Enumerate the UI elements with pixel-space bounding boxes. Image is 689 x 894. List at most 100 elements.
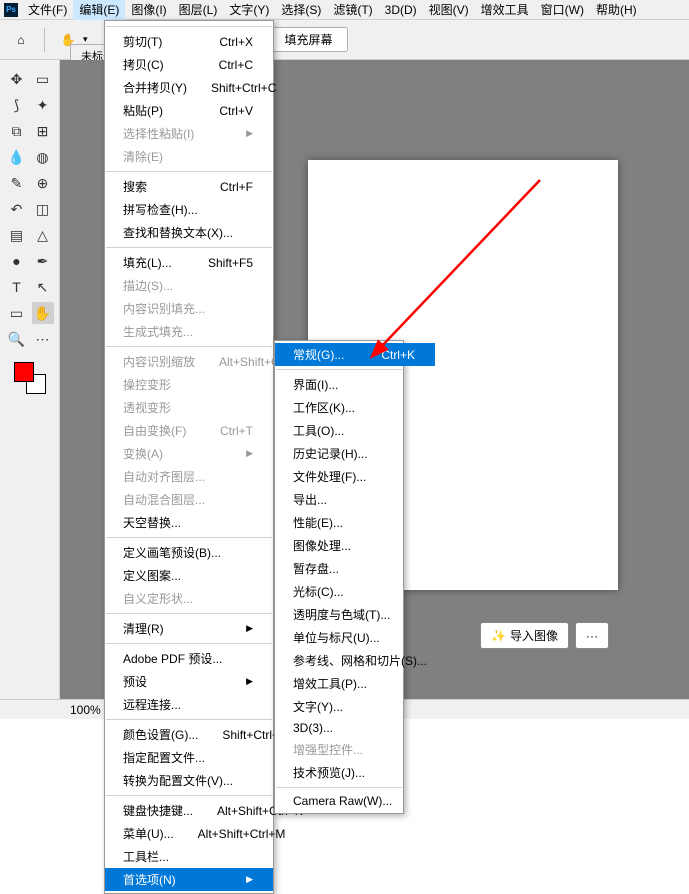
pref-menu-item-3[interactable]: 工作区(K)... — [275, 396, 435, 419]
menu-type[interactable]: 文字(Y) — [223, 0, 275, 20]
menu-plugins[interactable]: 增效工具 — [475, 0, 535, 20]
edit-menu-item-21: 变换(A)▶ — [105, 442, 273, 465]
pref-menu-item-4[interactable]: 工具(O)... — [275, 419, 435, 442]
edit-menu-item-9[interactable]: 拼写检查(H)... — [105, 198, 273, 221]
pref-menu-item-11[interactable]: 光标(C)... — [275, 580, 435, 603]
menu-item-label: 透视变形 — [123, 399, 171, 416]
move-tool-icon[interactable]: ✥ — [6, 68, 28, 90]
frame-tool-icon[interactable]: ⊞ — [32, 120, 54, 142]
menu-window[interactable]: 窗口(W) — [535, 0, 590, 20]
edit-menu-item-33[interactable]: 预设▶ — [105, 670, 273, 693]
menu-layer[interactable]: 图层(L) — [173, 0, 224, 20]
menu-item-label: 工作区(K)... — [293, 399, 355, 416]
edit-menu-item-41[interactable]: 菜单(U)...Alt+Shift+Ctrl+M — [105, 822, 273, 845]
app-logo: Ps — [4, 3, 18, 17]
pref-menu-item-13[interactable]: 单位与标尺(U)... — [275, 626, 435, 649]
pref-menu-item-0[interactable]: 常规(G)...Ctrl+K — [275, 343, 435, 366]
pref-menu-item-5[interactable]: 历史记录(H)... — [275, 442, 435, 465]
edit-menu-item-40[interactable]: 键盘快捷键...Alt+Shift+Ctrl+K — [105, 799, 273, 822]
pref-menu-item-12[interactable]: 透明度与色域(T)... — [275, 603, 435, 626]
pref-menu-item-9[interactable]: 图像处理... — [275, 534, 435, 557]
edit-menu-item-26[interactable]: 定义画笔预设(B)... — [105, 541, 273, 564]
edit-menu-item-10[interactable]: 查找和替换文本(X)... — [105, 221, 273, 244]
more-button[interactable]: ··· — [575, 622, 609, 649]
zoom-tool-icon[interactable]: 🔍 — [6, 328, 28, 350]
menu-item-label: 内容识别缩放 — [123, 353, 195, 370]
menu-separator — [106, 26, 272, 27]
crop-tool-icon[interactable]: ⧉ — [6, 120, 28, 142]
edit-menu-item-43[interactable]: 首选项(N)▶ — [105, 868, 273, 891]
edit-menu-item-27[interactable]: 定义图案... — [105, 564, 273, 587]
edit-menu-item-12[interactable]: 填充(L)...Shift+F5 — [105, 251, 273, 274]
marquee-tool-icon[interactable]: ▭ — [32, 68, 54, 90]
menu-item-label: 导出... — [293, 491, 327, 508]
menu-shortcut: Ctrl+C — [219, 58, 253, 72]
lasso-tool-icon[interactable]: ⟆ — [6, 94, 28, 116]
home-button[interactable]: ⌂ — [8, 27, 34, 53]
edit-menu-item-19: 透视变形 — [105, 396, 273, 419]
pref-menu-item-2[interactable]: 界面(I)... — [275, 373, 435, 396]
gradient-tool-icon[interactable]: ▤ — [6, 224, 28, 246]
path-tool-icon[interactable]: ↖ — [32, 276, 54, 298]
pref-menu-item-19[interactable]: 技术预览(J)... — [275, 761, 435, 784]
edit-toolbar-icon[interactable]: ⋯ — [32, 328, 54, 350]
edit-menu-item-30[interactable]: 清理(R)▶ — [105, 617, 273, 640]
eraser-tool-icon[interactable]: ◫ — [32, 198, 54, 220]
brush-tool-icon[interactable]: ✎ — [6, 172, 28, 194]
submenu-arrow-icon: ▶ — [246, 874, 253, 885]
edit-menu-item-2[interactable]: 拷贝(C)Ctrl+C — [105, 53, 273, 76]
color-swatch[interactable] — [12, 360, 48, 396]
pref-menu-item-15[interactable]: 增效工具(P)... — [275, 672, 435, 695]
edit-menu-item-22: 自动对齐图层... — [105, 465, 273, 488]
submenu-arrow-icon: ▶ — [246, 623, 253, 634]
pref-menu-item-7[interactable]: 导出... — [275, 488, 435, 511]
menu-image[interactable]: 图像(I) — [125, 0, 172, 20]
eyedropper-tool-icon[interactable]: 💧 — [6, 146, 28, 168]
edit-menu-item-8[interactable]: 搜索Ctrl+F — [105, 175, 273, 198]
menu-item-label: 文字(Y)... — [293, 698, 343, 715]
dodge-tool-icon[interactable]: ● — [6, 250, 28, 272]
menu-item-label: 剪切(T) — [123, 33, 162, 50]
pref-menu-item-16[interactable]: 文字(Y)... — [275, 695, 435, 718]
menu-item-label: 天空替换... — [123, 514, 181, 531]
type-tool-icon[interactable]: T — [6, 276, 28, 298]
menu-separator — [106, 537, 272, 538]
edit-menu-item-36[interactable]: 颜色设置(G)...Shift+Ctrl+K — [105, 723, 273, 746]
edit-menu-item-34[interactable]: 远程连接... — [105, 693, 273, 716]
edit-menu-item-38[interactable]: 转换为配置文件(V)... — [105, 769, 273, 792]
pref-menu-item-21[interactable]: Camera Raw(W)... — [275, 791, 435, 811]
pref-menu-item-14[interactable]: 参考线、网格和切片(S)... — [275, 649, 435, 672]
healing-tool-icon[interactable]: ◍ — [32, 146, 54, 168]
import-image-button[interactable]: ✨导入图像 — [480, 622, 569, 649]
pen-tool-icon[interactable]: ✒ — [32, 250, 54, 272]
pref-menu-item-17[interactable]: 3D(3)... — [275, 718, 435, 738]
shape-tool-icon[interactable]: ▭ — [6, 302, 28, 324]
menu-edit[interactable]: 编辑(E) — [73, 0, 125, 20]
edit-menu-item-3[interactable]: 合并拷贝(Y)Shift+Ctrl+C — [105, 76, 273, 99]
wand-tool-icon[interactable]: ✦ — [32, 94, 54, 116]
edit-menu-item-37[interactable]: 指定配置文件... — [105, 746, 273, 769]
edit-menu-item-32[interactable]: Adobe PDF 预设... — [105, 647, 273, 670]
menu-item-label: 粘贴(P) — [123, 102, 163, 119]
menu-select[interactable]: 选择(S) — [275, 0, 327, 20]
menu-file[interactable]: 文件(F) — [22, 0, 73, 20]
zoom-level[interactable]: 100% — [70, 703, 101, 717]
blur-tool-icon[interactable]: △ — [32, 224, 54, 246]
edit-menu-item-24[interactable]: 天空替换... — [105, 511, 273, 534]
fill-screen-button[interactable]: 填充屏幕 — [270, 27, 348, 52]
pref-menu-item-6[interactable]: 文件处理(F)... — [275, 465, 435, 488]
history-brush-tool-icon[interactable]: ↶ — [6, 198, 28, 220]
menu-help[interactable]: 帮助(H) — [590, 0, 643, 20]
menu-3d[interactable]: 3D(D) — [379, 1, 423, 19]
stamp-tool-icon[interactable]: ⊕ — [32, 172, 54, 194]
menu-filter[interactable]: 滤镜(T) — [327, 0, 378, 20]
edit-menu-item-1[interactable]: 剪切(T)Ctrl+X — [105, 30, 273, 53]
foreground-color[interactable] — [14, 362, 34, 382]
submenu-arrow-icon: ▶ — [246, 676, 253, 687]
pref-menu-item-8[interactable]: 性能(E)... — [275, 511, 435, 534]
edit-menu-item-4[interactable]: 粘贴(P)Ctrl+V — [105, 99, 273, 122]
edit-menu-item-42[interactable]: 工具栏... — [105, 845, 273, 868]
pref-menu-item-10[interactable]: 暂存盘... — [275, 557, 435, 580]
menu-view[interactable]: 视图(V) — [423, 0, 475, 20]
hand-tool-icon[interactable]: ✋ — [32, 302, 54, 324]
